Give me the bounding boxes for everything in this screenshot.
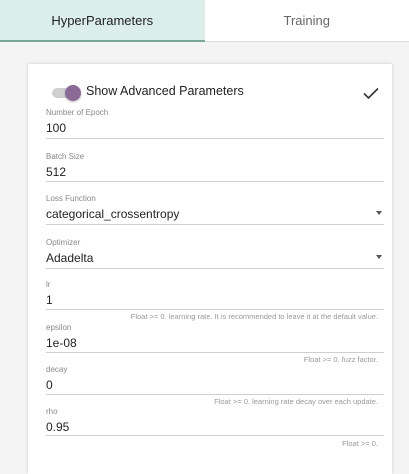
loss-function-underline <box>46 224 384 225</box>
toggle-knob <box>65 85 81 101</box>
epsilon-underline <box>46 352 384 353</box>
decay-field[interactable]: decay 0 Float >= 0. learning rate decay … <box>46 364 384 394</box>
rho-input[interactable]: 0.95 <box>46 418 384 436</box>
epsilon-hint: Float >= 0. fuzz factor. <box>304 355 378 364</box>
tab-hyperparameters[interactable]: HyperParameters <box>0 0 205 42</box>
check-icon[interactable] <box>362 84 380 102</box>
epochs-underline <box>46 138 384 139</box>
optimizer-value[interactable]: Adadelta <box>46 249 384 267</box>
epsilon-input[interactable]: 1e-08 <box>46 334 384 352</box>
tab-training[interactable]: Training <box>205 0 409 42</box>
decay-hint: Float >= 0. learning rate decay over eac… <box>214 397 378 406</box>
rho-hint: Float >= 0. <box>342 439 378 448</box>
epochs-field[interactable]: Number of Epoch 100 <box>46 107 384 137</box>
decay-label: decay <box>46 364 384 376</box>
advanced-parameters-toggle[interactable] <box>52 85 82 99</box>
loss-function-value[interactable]: categorical_crossentropy <box>46 205 384 223</box>
lr-label: lr <box>46 279 384 291</box>
optimizer-underline <box>46 268 384 269</box>
chevron-down-icon[interactable] <box>376 211 382 215</box>
epsilon-label: epsilon <box>46 322 384 334</box>
lr-field[interactable]: lr 1 Float >= 0. learning rate. It is re… <box>46 279 384 309</box>
hyperparameters-card: Show Advanced Parameters Number of Epoch… <box>28 64 392 474</box>
chevron-down-icon[interactable] <box>376 255 382 259</box>
loss-function-label: Loss Function <box>46 193 384 205</box>
rho-underline <box>46 435 384 436</box>
epsilon-field[interactable]: epsilon 1e-08 Float >= 0. fuzz factor. <box>46 322 384 352</box>
epochs-label: Number of Epoch <box>46 107 384 119</box>
lr-input[interactable]: 1 <box>46 291 384 309</box>
optimizer-select[interactable]: Optimizer Adadelta <box>46 237 384 267</box>
tab-bar: HyperParameters Training <box>0 0 409 42</box>
batch-size-underline <box>46 181 384 182</box>
lr-hint: Float >= 0. learning rate. It is recomme… <box>131 312 378 321</box>
rho-label: rho <box>46 406 384 418</box>
decay-underline <box>46 394 384 395</box>
optimizer-label: Optimizer <box>46 237 384 249</box>
batch-size-input[interactable]: 512 <box>46 163 384 181</box>
lr-underline <box>46 309 384 310</box>
advanced-parameters-row: Show Advanced Parameters <box>52 82 382 104</box>
advanced-parameters-label: Show Advanced Parameters <box>86 84 244 98</box>
decay-input[interactable]: 0 <box>46 376 384 394</box>
batch-size-label: Batch Size <box>46 151 384 163</box>
loss-function-select[interactable]: Loss Function categorical_crossentropy <box>46 193 384 223</box>
batch-size-field[interactable]: Batch Size 512 <box>46 151 384 181</box>
epochs-input[interactable]: 100 <box>46 119 384 137</box>
rho-field[interactable]: rho 0.95 Float >= 0. <box>46 406 384 436</box>
